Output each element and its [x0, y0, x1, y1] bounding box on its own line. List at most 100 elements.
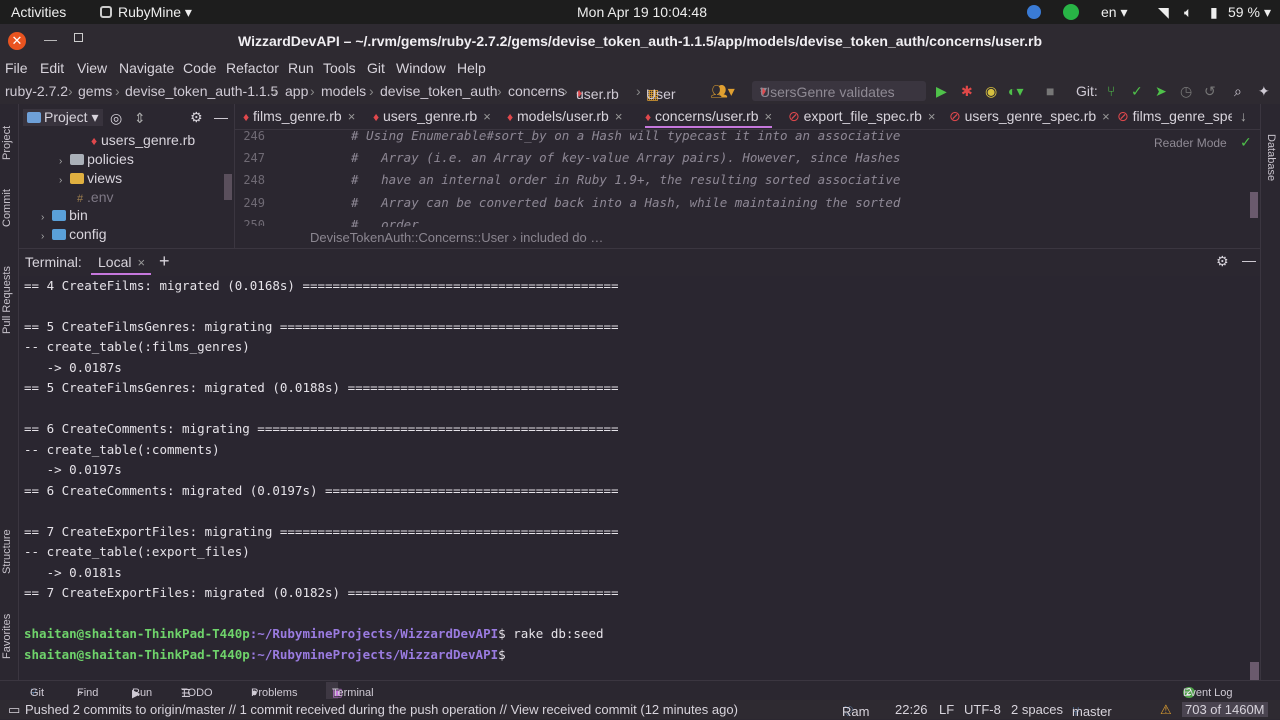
memory-indicator[interactable]: 703 of 1460M — [1182, 702, 1268, 717]
battery-icon[interactable]: ▮ — [1210, 4, 1218, 21]
structure-tool-button[interactable]: Structure — [1, 529, 13, 574]
tab-models-user[interactable]: ♦ models/user.rb × — [507, 108, 622, 124]
reader-mode-toggle[interactable]: Reader Mode — [1154, 136, 1227, 150]
run-icon[interactable]: ▶ — [936, 83, 947, 100]
profiler-icon[interactable]: ◐▾ — [1008, 83, 1023, 100]
menu-git[interactable]: Git — [367, 60, 385, 76]
update-check-icon[interactable] — [1063, 4, 1079, 20]
panel-scrollbar[interactable] — [224, 174, 232, 200]
locate-icon[interactable]: ◎ — [110, 110, 122, 127]
stop-icon[interactable]: ■ — [1046, 83, 1054, 99]
favorites-tool-button[interactable]: Favorites — [1, 614, 13, 659]
menu-view[interactable]: View — [77, 60, 107, 76]
terminal-output[interactable]: == 4 CreateFilms: migrated (0.0168s) ===… — [19, 276, 1260, 680]
status-message[interactable]: Pushed 2 commits to origin/master // 1 c… — [25, 702, 738, 717]
terminal-scrollbar[interactable] — [1250, 662, 1259, 680]
run-configuration-select[interactable]: ♦ UsersGenre validates ▾ — [752, 81, 926, 101]
caret-position[interactable]: 22:26 — [895, 702, 928, 717]
tree-item-users-genre[interactable]: ♦ users_genre.rb — [91, 132, 195, 148]
terminal-tool-button[interactable]: ▣ Terminal — [326, 682, 374, 699]
hide-panel-icon[interactable]: — — [214, 109, 228, 125]
nav-crumb[interactable]: app — [285, 83, 308, 99]
menu-run[interactable]: Run — [288, 60, 314, 76]
menu-code[interactable]: Code — [183, 60, 216, 76]
close-icon[interactable]: × — [348, 109, 356, 124]
indent-setting[interactable]: 2 spaces — [1011, 702, 1063, 717]
terminal-line: -- create_table(:films_genres) — [24, 339, 250, 354]
nav-crumb[interactable]: ruby-2.7.2 — [5, 83, 68, 99]
tree-item-config[interactable]: › config — [41, 226, 106, 242]
terminal-line: -> 0.0181s — [24, 565, 122, 580]
menu-window[interactable]: Window — [396, 60, 446, 76]
tabs-overflow-icon[interactable]: ↓ — [1240, 108, 1247, 124]
nav-crumb[interactable]: concerns — [508, 83, 565, 99]
close-icon[interactable]: × — [615, 109, 623, 124]
clock[interactable]: Mon Apr 19 10:04:48 — [577, 4, 707, 20]
menu-refactor[interactable]: Refactor — [226, 60, 279, 76]
menu-tools[interactable]: Tools — [323, 60, 356, 76]
activities-button[interactable]: Activities — [11, 4, 66, 20]
ide-features-icon[interactable]: ✦ — [1258, 83, 1270, 100]
project-panel: Project ▾ ◎ ⇕ ⚙ — ♦ users_genre.rb › pol… — [19, 104, 235, 248]
database-tool-button[interactable]: Database — [1265, 134, 1277, 181]
git-commit-icon[interactable]: ✓ — [1131, 83, 1143, 100]
search-icon[interactable]: ⌕ — [1234, 83, 1242, 100]
tab-users-genre-spec[interactable]: ⊘ users_genre_spec.rb × — [949, 108, 1110, 125]
code-breadcrumb[interactable]: DeviseTokenAuth::Concerns::User › includ… — [310, 230, 603, 245]
menu-help[interactable]: Help — [457, 60, 486, 76]
file-encoding[interactable]: UTF-8 — [964, 702, 1001, 717]
line-separator[interactable]: LF — [939, 702, 954, 717]
tree-item-env[interactable]: # .env — [77, 189, 113, 205]
nav-crumb[interactable]: models — [321, 83, 366, 99]
collapse-icon[interactable]: ⇕ — [134, 110, 146, 127]
menu-file[interactable]: File — [5, 60, 28, 76]
rollback-icon[interactable]: ↺ — [1204, 83, 1216, 100]
close-icon[interactable]: × — [765, 109, 773, 124]
coverage-icon[interactable]: ◉ — [985, 83, 997, 100]
tab-users-genre[interactable]: ♦ users_genre.rb × — [373, 108, 491, 124]
menu-navigate[interactable]: Navigate — [119, 60, 174, 76]
nav-crumb[interactable]: devise_token_auth-1.1.5 — [125, 83, 278, 99]
terminal-tab-local[interactable]: Local × — [91, 254, 152, 275]
chevron-right-icon: › — [41, 212, 45, 223]
commit-tool-button[interactable]: Commit — [1, 189, 13, 227]
project-view-selector[interactable]: Project ▾ — [23, 109, 103, 126]
nav-crumb[interactable]: devise_token_auth — [380, 83, 498, 99]
hide-panel-icon[interactable]: — — [1242, 252, 1256, 268]
close-icon[interactable]: × — [137, 255, 145, 270]
git-push-icon[interactable]: ➤ — [1155, 83, 1167, 100]
project-icon — [27, 112, 41, 123]
language-indicator[interactable]: en ▾ — [1101, 4, 1128, 21]
tab-films-genre-spec[interactable]: ⊘ films_genre_spe — [1117, 108, 1232, 125]
system-menu-chevron-icon[interactable]: ▾ — [1264, 4, 1271, 21]
terminal-prompt-line: shaitan@shaitan-ThinkPad-T440p:~/Rubymin… — [24, 626, 604, 641]
git-update-icon[interactable]: ⑂ — [1107, 83, 1115, 99]
users-icon[interactable]: 👥︎▾ — [710, 83, 735, 100]
new-terminal-tab-icon[interactable]: + — [159, 251, 170, 272]
tree-item-bin[interactable]: › bin — [41, 207, 88, 223]
settings-icon[interactable]: ⚙ — [1216, 253, 1229, 270]
warning-icon[interactable]: ⚠ — [1160, 702, 1172, 718]
settings-icon[interactable]: ⚙ — [190, 109, 203, 126]
close-icon[interactable]: × — [928, 109, 936, 124]
pull-requests-tool-button[interactable]: Pull Requests — [1, 266, 13, 334]
close-icon[interactable]: × — [483, 109, 491, 124]
history-icon[interactable]: ◷ — [1180, 83, 1192, 100]
menu-edit[interactable]: Edit — [40, 60, 64, 76]
editor-scrollbar[interactable] — [1250, 192, 1258, 218]
nav-crumb[interactable]: gems — [78, 83, 112, 99]
debug-icon[interactable]: ✱ — [961, 83, 973, 100]
app-menu[interactable]: RubyMine ▾ — [100, 4, 192, 21]
tab-films-genre[interactable]: ♦ films_genre.rb × — [243, 108, 355, 124]
chevron-right-icon: › — [41, 231, 45, 242]
tree-item-policies[interactable]: › policies — [59, 151, 134, 167]
tab-export-file-spec[interactable]: ⊘ export_file_spec.rb × — [788, 108, 936, 125]
volume-icon[interactable]: 🔈︎ — [1184, 4, 1192, 21]
tree-item-views[interactable]: › views — [59, 170, 122, 186]
terminal-line: == 6 CreateComments: migrating =========… — [24, 421, 619, 436]
tab-concerns-user[interactable]: ♦ concerns/user.rb × — [645, 108, 773, 128]
wifi-icon[interactable]: ◥ — [1158, 4, 1169, 21]
close-icon[interactable]: × — [1102, 109, 1110, 124]
project-tool-button[interactable]: Project — [1, 126, 13, 160]
dropbox-icon[interactable] — [1027, 5, 1041, 19]
